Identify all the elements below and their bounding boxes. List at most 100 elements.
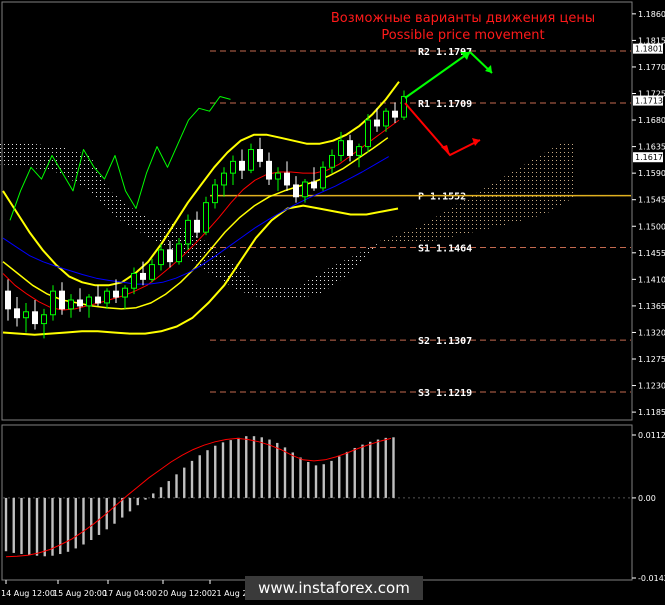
macd-bar — [152, 493, 155, 498]
macd-tick-label: 0.00 — [638, 494, 656, 503]
macd-bar — [214, 445, 217, 498]
candle-body — [23, 311, 29, 319]
macd-bar — [113, 497, 116, 524]
macd-bar — [74, 497, 77, 549]
time-tick-label: 14 Aug 12:00 — [1, 589, 55, 598]
candle-body — [149, 264, 155, 280]
candle-body — [338, 140, 344, 156]
macd-bar — [338, 456, 341, 498]
macd-bar — [51, 497, 54, 556]
watermark: www.instaforex.com — [258, 579, 410, 597]
forex-chart: R2 1.1797R1 1.1709P 1.1552S1 1.1464S2 1.… — [0, 1, 665, 600]
pivot-label: P 1.1552 — [418, 192, 466, 203]
candle-body — [293, 184, 299, 198]
macd-bar — [283, 447, 287, 498]
price-tick-label: 1.1320 — [638, 328, 665, 337]
macd-bar — [12, 497, 15, 553]
price-tick-label: 1.1545 — [638, 196, 665, 205]
title-english: Possible price movement — [381, 28, 544, 43]
price-axis: 1.18601.18151.17701.17251.16801.16351.15… — [632, 10, 665, 417]
macd-bar — [299, 457, 302, 498]
price-tick-label: 1.1410 — [638, 275, 665, 284]
candle-body — [77, 299, 83, 307]
macd-bar — [376, 439, 380, 498]
candle-body — [59, 290, 65, 310]
candle-body — [185, 219, 191, 245]
candle-body — [401, 95, 407, 118]
candle-body — [356, 146, 362, 156]
candle-body — [104, 290, 110, 304]
macd-bar — [35, 497, 39, 556]
macd-bar — [43, 497, 46, 557]
price-tick-label: 1.1680 — [638, 116, 665, 125]
candle-body — [167, 249, 173, 263]
candle-body — [131, 272, 137, 289]
candle-body — [392, 110, 398, 118]
macd-bar — [20, 497, 23, 555]
macd-bar — [128, 497, 132, 512]
pivot-levels: R2 1.1797R1 1.1709P 1.1552S1 1.1464S2 1.… — [210, 47, 631, 399]
macd-bar — [136, 497, 139, 506]
macd-bar — [144, 497, 147, 500]
macd-bar — [237, 437, 240, 498]
macd-bar — [276, 442, 279, 498]
candle-body — [383, 110, 389, 127]
price-tick-label: 1.1500 — [638, 222, 665, 231]
price-tag-label: 1.1617 — [635, 153, 663, 162]
price-tick-label: 1.1230 — [638, 382, 665, 391]
candle-body — [176, 243, 182, 263]
candle-body — [158, 249, 164, 266]
price-tick-label: 1.1365 — [638, 302, 665, 311]
price-tick-label: 1.1185 — [638, 408, 665, 417]
price-tick-label: 1.1860 — [638, 10, 665, 19]
candle-body — [365, 119, 371, 148]
candle-body — [257, 149, 263, 162]
macd-bar — [28, 497, 31, 556]
candle-body — [122, 287, 128, 298]
candle-body — [5, 290, 11, 310]
candle-body — [41, 314, 47, 325]
pivot-label: S1 1.1464 — [418, 243, 472, 254]
candle-body — [212, 184, 218, 204]
macd-tick-label: -0.01427 — [638, 574, 665, 583]
macd-bar — [384, 437, 387, 498]
macd-bar — [82, 497, 85, 545]
candle-body — [221, 172, 227, 186]
candle-body — [329, 154, 335, 168]
candle-body — [374, 119, 380, 127]
macd-bar — [4, 497, 8, 552]
macd-bar — [268, 439, 271, 498]
price-tick-label: 1.1635 — [638, 143, 665, 152]
macd-bar — [353, 447, 356, 498]
pivot-label: S3 1.1219 — [418, 388, 472, 399]
candle-body — [68, 299, 74, 310]
candle-body — [113, 290, 119, 298]
macd-bar — [167, 481, 170, 498]
candle-body — [320, 166, 326, 189]
price-tick-label: 1.1455 — [638, 249, 665, 258]
macd-indicator: 0.01121 0.00 -0.01427 — [3, 431, 665, 583]
macd-bar — [97, 497, 101, 535]
candle-body — [275, 172, 281, 180]
macd-bar — [361, 444, 364, 498]
candle-body — [50, 290, 56, 316]
chart-root: R2 1.1797 R1 1.1709 P 1.1552 S1 1.1464 S2 1.… — [0, 0, 665, 605]
macd-bar — [183, 467, 186, 498]
macd-bar — [252, 436, 256, 498]
time-axis: 14 Aug 12:0015 Aug 20:0017 Aug 04:00 20 A… — [1, 580, 253, 598]
macd-bar — [307, 461, 310, 498]
price-tag-label: 1.1713 — [635, 97, 663, 106]
candle-body — [230, 160, 236, 174]
candle-body — [347, 140, 353, 156]
macd-bar — [260, 437, 263, 498]
arrow-down-head-2 — [472, 138, 480, 146]
macd-bar — [392, 437, 395, 498]
candle-body — [284, 172, 290, 186]
arrow-up-line — [404, 51, 471, 99]
macd-bar — [369, 441, 372, 498]
macd-bar — [198, 455, 201, 498]
time-tick-label: 20 Aug 12:00 — [158, 589, 212, 598]
price-tick-label: 1.1770 — [638, 63, 665, 72]
macd-panel-frame — [1, 424, 633, 581]
macd-bar — [322, 464, 325, 498]
